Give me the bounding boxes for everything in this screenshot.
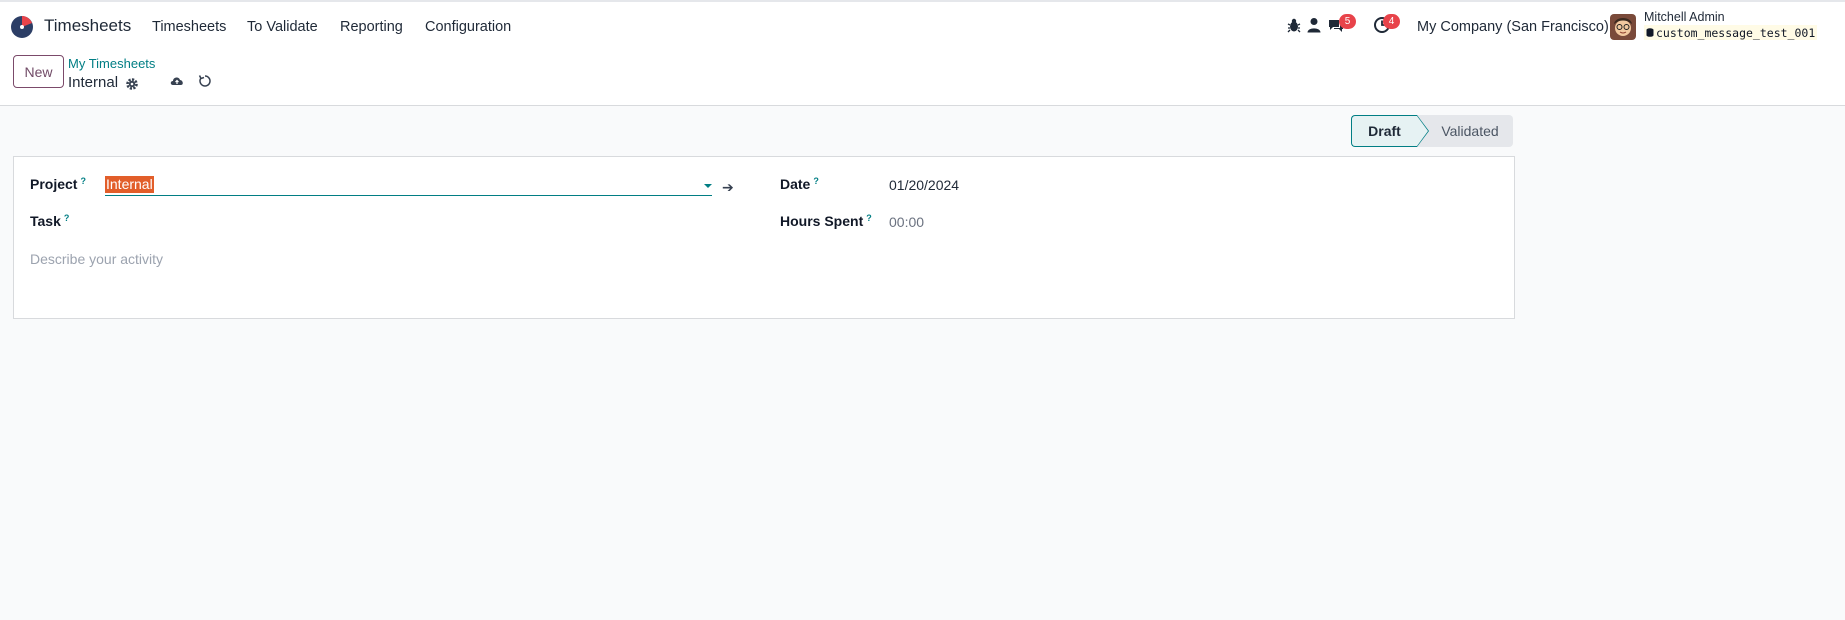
menu-configuration[interactable]: Configuration: [425, 19, 511, 35]
database-icon: [1646, 28, 1654, 37]
project-label-text: Project: [30, 176, 78, 192]
task-help[interactable]: ?: [64, 213, 70, 223]
date-label-text: Date: [780, 176, 811, 192]
date-field[interactable]: 01/20/2024: [889, 177, 959, 193]
chevron-down-icon[interactable]: [704, 184, 712, 188]
status-validated[interactable]: Validated: [1417, 115, 1513, 147]
arrow-right-icon[interactable]: ➔: [722, 179, 734, 196]
menu-to-validate[interactable]: To Validate: [247, 19, 318, 35]
bug-icon[interactable]: [1285, 16, 1303, 34]
avatar[interactable]: [1610, 14, 1636, 40]
project-help[interactable]: ?: [80, 176, 86, 186]
record-name: Internal: [68, 74, 119, 91]
date-help[interactable]: ?: [813, 176, 819, 186]
task-label-text: Task: [30, 213, 61, 229]
hours-spent-field[interactable]: 00:00: [889, 214, 924, 230]
database-tag: custom_message_test_001: [1644, 25, 1818, 40]
database-name: custom_message_test_001: [1656, 25, 1816, 40]
project-field[interactable]: Internal: [105, 176, 712, 196]
control-panel: New My Timesheets Internal: [0, 50, 1845, 106]
breadcrumb[interactable]: My Timesheets: [68, 56, 155, 71]
task-label: Task?: [30, 213, 69, 229]
top-navbar: Timesheets Timesheets To Validate Report…: [0, 0, 1845, 50]
status-draft[interactable]: Draft: [1351, 115, 1429, 147]
person-icon[interactable]: [1305, 16, 1323, 34]
task-field[interactable]: [105, 209, 712, 231]
project-label: Project?: [30, 176, 86, 192]
hours-spent-help[interactable]: ?: [866, 213, 872, 223]
timesheets-app-icon[interactable]: [10, 15, 34, 39]
date-label: Date?: [780, 176, 819, 192]
save-cloud-icon[interactable]: [169, 73, 185, 89]
hours-spent-label-text: Hours Spent: [780, 213, 864, 229]
user-name[interactable]: Mitchell Admin: [1644, 10, 1725, 24]
messages-badge: 5: [1339, 14, 1356, 29]
project-value[interactable]: Internal: [105, 176, 154, 193]
description-field[interactable]: Describe your activity: [30, 251, 163, 267]
form-sheet: Project? Internal ➔ Task? Date? 01/20/20…: [13, 156, 1515, 319]
menu-reporting[interactable]: Reporting: [340, 19, 403, 35]
app-name[interactable]: Timesheets: [44, 16, 131, 36]
status-draft-label: Draft: [1368, 123, 1401, 139]
discard-icon[interactable]: [197, 73, 213, 89]
gear-icon[interactable]: [124, 76, 140, 92]
hours-spent-label: Hours Spent?: [780, 213, 872, 229]
menu-timesheets[interactable]: Timesheets: [152, 19, 226, 35]
company-switcher[interactable]: My Company (San Francisco): [1417, 19, 1609, 35]
activities-badge: 4: [1383, 14, 1400, 29]
status-validated-label: Validated: [1441, 123, 1499, 139]
status-bar: Draft Validated: [1351, 115, 1513, 147]
new-button[interactable]: New: [13, 55, 64, 88]
